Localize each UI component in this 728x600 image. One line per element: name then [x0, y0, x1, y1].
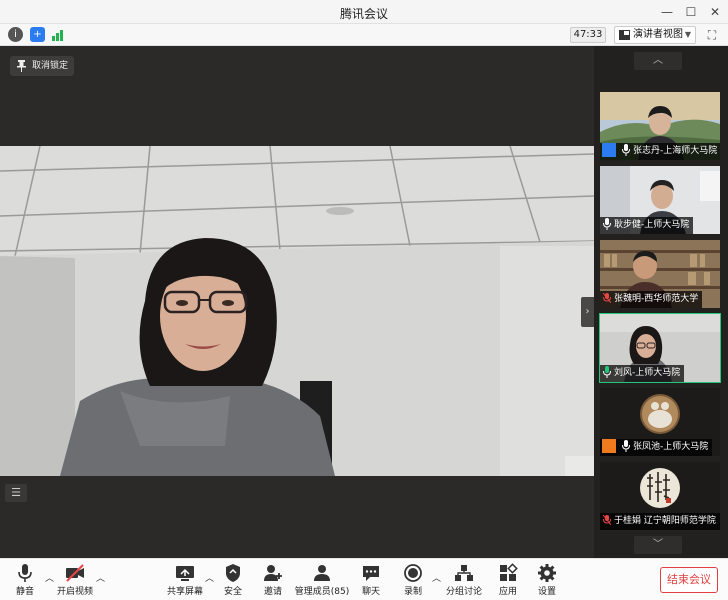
apps-button[interactable]: 应用 [495, 563, 521, 599]
speaker-view-icon [619, 30, 630, 40]
participant-gallery: ︿ 张志丹-上海师大马院 耿步健-上师大马院 张魏明-西华师范大学 刘风-上师大… [594, 46, 728, 558]
meeting-window: 腾讯会议 — ☐ ✕ i + 47:33 演讲者视图 ▼ ⛶ 取消锁定 ☰ › … [0, 0, 728, 600]
apps-label: 应用 [498, 587, 517, 597]
participant-tile[interactable]: 张志丹-上海师大马院 [600, 92, 720, 160]
participant-name-bar: 刘风-上师大马院 [600, 365, 685, 382]
info-bar: i + 47:33 演讲者视图 ▼ ⛶ [0, 24, 728, 46]
mute-options-caret[interactable]: ︿ [45, 571, 54, 584]
muted-mic-icon [603, 292, 611, 303]
participant-name: 刘风-上师大马院 [614, 368, 681, 378]
participant-tile[interactable]: 耿步健-上师大马院 [600, 166, 720, 234]
speaker-video-image [0, 146, 594, 476]
share-screen-button[interactable]: 共享屏幕 [166, 563, 204, 599]
speaking-mic-icon [603, 365, 611, 378]
view-mode-label: 演讲者视图 [633, 29, 683, 40]
record-options-caret[interactable]: ︿ [432, 571, 441, 584]
participant-name-bar: 张志丹-上海师大马院 [600, 142, 720, 160]
close-icon[interactable]: ✕ [704, 3, 726, 21]
record-label: 录制 [403, 587, 422, 597]
gear-icon [538, 564, 556, 582]
participant-name: 张凤池-上师大马院 [633, 442, 709, 452]
minimize-icon[interactable]: — [656, 3, 678, 21]
apps-icon [500, 563, 518, 581]
settings-button[interactable]: 设置 [534, 563, 560, 599]
add-user-icon [264, 565, 282, 581]
security-label: 安全 [223, 587, 242, 597]
participant-name-bar: 耿步健-上师大马院 [600, 217, 694, 234]
info-icon[interactable]: i [8, 27, 23, 42]
video-options-caret[interactable]: ︿ [96, 571, 105, 584]
participant-tile[interactable]: 张凤池-上师大马院 [600, 388, 720, 456]
participant-name: 于桂娟 辽宁朝阳师范学院 [614, 516, 716, 526]
muted-mic-icon [603, 514, 611, 525]
microphone-icon [18, 564, 32, 582]
camera-off-icon [66, 564, 84, 582]
settings-label: 设置 [537, 587, 556, 597]
participant-name: 张魏明-西华师范大学 [614, 294, 699, 304]
record-icon [404, 564, 422, 582]
invite-button[interactable]: 邀请 [260, 563, 286, 599]
title-bar: 腾讯会议 — ☐ ✕ [0, 0, 728, 24]
start-video-label: 开启视频 [56, 587, 93, 597]
chat-button[interactable]: 聊天 [358, 563, 384, 599]
bottom-toolbar: 静音 ︿ 开启视频 ︿ 共享屏幕 ︿ 安全 邀请 管理成员(85) 聊天 录制 … [0, 558, 728, 600]
participant-name: 张志丹-上海师大马院 [633, 146, 718, 156]
security-button[interactable]: 安全 [220, 563, 246, 599]
window-title: 腾讯会议 [339, 7, 388, 21]
participant-name: 耿步健-上师大马院 [614, 220, 690, 230]
chevron-down-icon: ▼ [684, 30, 691, 39]
signal-icon[interactable] [51, 28, 65, 41]
share-screen-label: 共享屏幕 [166, 587, 203, 597]
members-icon [314, 565, 330, 581]
manage-members-label: 管理成员(85) [294, 587, 350, 597]
invite-label: 邀请 [263, 587, 282, 597]
shield-icon [226, 564, 240, 582]
mic-icon [603, 217, 611, 230]
record-button[interactable]: 录制 [400, 563, 426, 599]
end-meeting-button[interactable]: 结束会议 [660, 567, 718, 593]
start-video-button[interactable]: 开启视频 [56, 563, 94, 599]
participant-name-bar: 于桂娟 辽宁朝阳师范学院 [600, 513, 720, 530]
main-video-stage: 取消锁定 ☰ › [0, 46, 594, 558]
maximize-icon[interactable]: ☐ [680, 3, 702, 21]
participant-name-bar: 张魏明-西华师范大学 [600, 291, 703, 308]
gallery-scroll-up-button[interactable]: ︿ [634, 52, 682, 70]
mute-label: 静音 [15, 587, 34, 597]
share-screen-icon [176, 566, 194, 581]
view-mode-dropdown[interactable]: 演讲者视图 ▼ [614, 26, 696, 44]
mute-button[interactable]: 静音 [10, 563, 40, 599]
share-options-caret[interactable]: ︿ [205, 571, 214, 584]
pin-icon [17, 60, 26, 72]
mic-icon [622, 143, 630, 156]
mic-icon [622, 439, 630, 452]
cohost-badge-icon [602, 438, 616, 453]
chat-icon [363, 566, 379, 581]
list-icon[interactable]: ☰ [5, 484, 27, 502]
participant-tile-active-speaker[interactable]: 刘风-上师大马院 [599, 313, 721, 383]
gallery-scroll-down-button[interactable]: ﹀ [634, 536, 682, 554]
participant-tile[interactable]: 于桂娟 辽宁朝阳师范学院 [600, 462, 720, 530]
host-badge-icon [602, 142, 616, 157]
shield-icon[interactable]: + [30, 27, 45, 42]
breakout-rooms-icon [455, 565, 473, 581]
unpin-label: 取消锁定 [32, 61, 69, 71]
chevron-right-icon[interactable]: › [581, 297, 594, 327]
fullscreen-icon[interactable]: ⛶ [704, 27, 720, 43]
unpin-button[interactable]: 取消锁定 [10, 56, 74, 76]
participant-tile[interactable]: 张魏明-西华师范大学 [600, 240, 720, 308]
breakout-rooms-label: 分组讨论 [445, 587, 482, 597]
breakout-rooms-button[interactable]: 分组讨论 [444, 563, 484, 599]
manage-members-button[interactable]: 管理成员(85) [294, 563, 350, 599]
chat-label: 聊天 [361, 587, 380, 597]
meeting-timer: 47:33 [570, 27, 606, 43]
speaker-video [0, 146, 594, 476]
participant-name-bar: 张凤池-上师大马院 [600, 438, 713, 456]
